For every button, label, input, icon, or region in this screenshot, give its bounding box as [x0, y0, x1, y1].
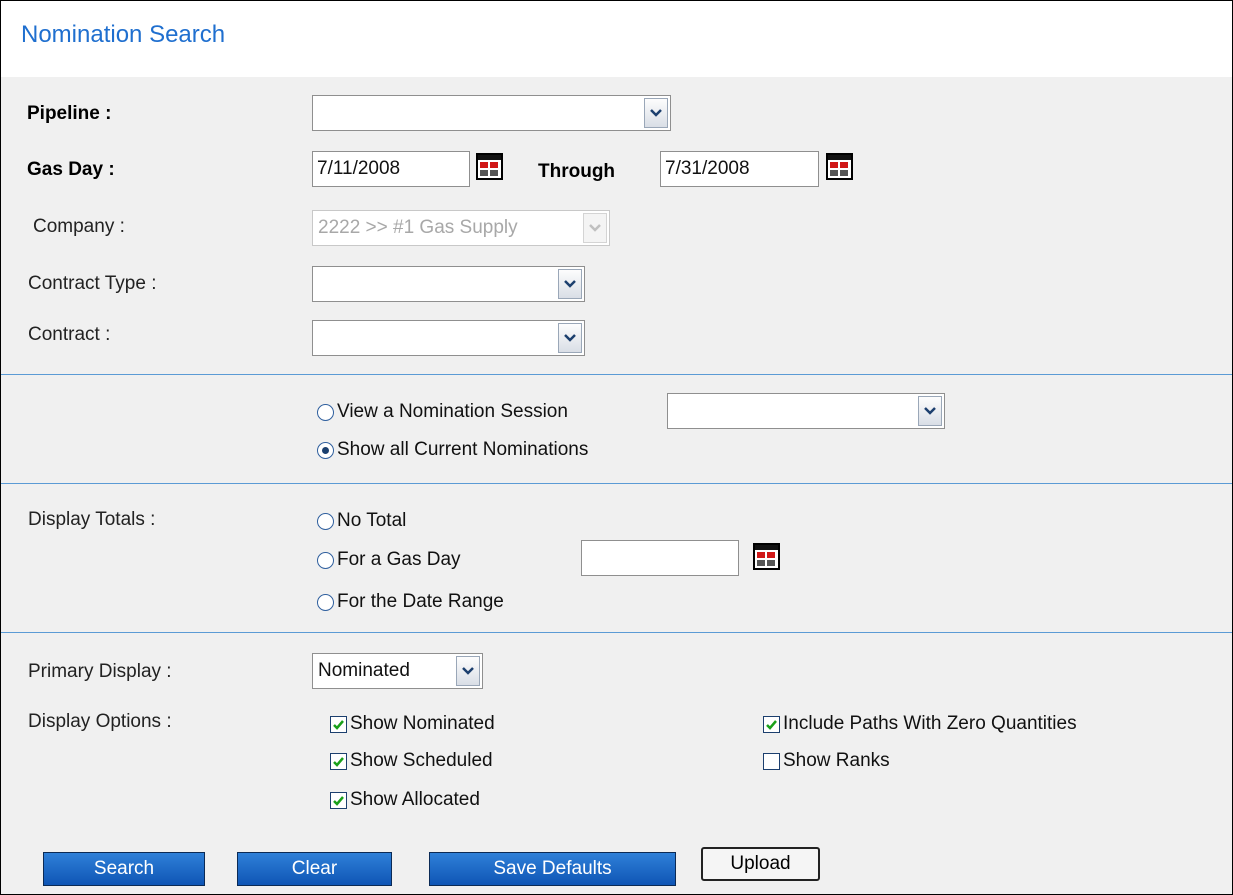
show-all-current-label: Show all Current Nominations — [337, 439, 589, 460]
clear-button[interactable]: Clear — [237, 852, 392, 886]
for-date-range-label: For the Date Range — [337, 591, 504, 612]
for-date-range-radio[interactable] — [317, 593, 334, 611]
display-totals-label: Display Totals : — [28, 509, 156, 530]
gas-day-through-value: 7/31/2008 — [665, 158, 750, 179]
include-zero-paths-option[interactable]: Include Paths With Zero Quantities — [763, 713, 1077, 735]
include-zero-paths-checkbox[interactable] — [763, 715, 780, 733]
no-total-option[interactable]: No Total — [317, 510, 406, 532]
primary-display-value: Nominated — [318, 660, 410, 681]
page-title: Nomination Search — [21, 21, 226, 48]
upload-button[interactable]: Upload — [701, 847, 820, 881]
gas-day-from-input[interactable]: 7/11/2008 — [312, 151, 470, 187]
contract-type-select[interactable] — [312, 266, 585, 302]
nomination-search-form: Nomination Search Pipeline : Gas Day : 7… — [0, 0, 1233, 895]
gas-day-label: Gas Day : — [27, 159, 115, 180]
show-scheduled-checkbox[interactable] — [330, 752, 347, 770]
checkmark-icon — [766, 719, 777, 730]
show-ranks-option[interactable]: Show Ranks — [763, 750, 890, 772]
show-scheduled-label: Show Scheduled — [350, 750, 493, 771]
search-button[interactable]: Search — [43, 852, 205, 886]
calendar-icon[interactable] — [753, 543, 780, 570]
chevron-down-icon[interactable] — [918, 396, 942, 426]
checkmark-icon — [333, 719, 344, 730]
section-divider — [1, 632, 1232, 633]
chevron-down-icon[interactable] — [558, 323, 582, 353]
for-gas-day-label: For a Gas Day — [337, 549, 461, 570]
nomination-session-select[interactable] — [667, 393, 945, 429]
show-ranks-label: Show Ranks — [783, 750, 890, 771]
contract-type-label: Contract Type : — [28, 273, 157, 294]
checkmark-icon — [333, 756, 344, 767]
company-label: Company : — [33, 216, 125, 237]
calendar-icon[interactable] — [826, 153, 853, 180]
show-all-current-option[interactable]: Show all Current Nominations — [317, 439, 588, 461]
no-total-radio[interactable] — [317, 512, 334, 530]
chevron-down-icon[interactable] — [456, 656, 480, 686]
show-nominated-option[interactable]: Show Nominated — [330, 713, 495, 735]
for-date-range-option[interactable]: For the Date Range — [317, 591, 504, 613]
chevron-down-icon — [583, 213, 607, 243]
view-session-label: View a Nomination Session — [337, 401, 568, 422]
gas-day-from-value: 7/11/2008 — [317, 158, 401, 179]
section-divider — [1, 483, 1232, 484]
show-allocated-label: Show Allocated — [350, 789, 480, 810]
show-scheduled-option[interactable]: Show Scheduled — [330, 750, 493, 772]
show-allocated-option[interactable]: Show Allocated — [330, 789, 480, 811]
show-nominated-checkbox[interactable] — [330, 715, 347, 733]
show-nominated-label: Show Nominated — [350, 713, 495, 734]
totals-gas-day-input[interactable] — [581, 540, 739, 576]
pipeline-label: Pipeline : — [27, 103, 112, 124]
page-header: Nomination Search — [1, 1, 1232, 77]
show-allocated-checkbox[interactable] — [330, 791, 347, 809]
save-defaults-button[interactable]: Save Defaults — [429, 852, 676, 886]
chevron-down-icon[interactable] — [558, 269, 582, 299]
no-total-label: No Total — [337, 510, 407, 531]
contract-select[interactable] — [312, 320, 585, 356]
display-options-label: Display Options : — [28, 711, 172, 732]
contract-label: Contract : — [28, 324, 111, 345]
calendar-icon[interactable] — [476, 153, 503, 180]
view-session-radio[interactable] — [317, 403, 334, 421]
for-gas-day-option[interactable]: For a Gas Day — [317, 549, 461, 571]
show-all-current-radio[interactable] — [317, 441, 334, 459]
chevron-down-icon[interactable] — [644, 98, 668, 128]
section-divider — [1, 374, 1232, 375]
for-gas-day-radio[interactable] — [317, 551, 334, 569]
pipeline-select[interactable] — [312, 95, 671, 131]
through-label: Through — [538, 161, 616, 182]
checkmark-icon — [333, 795, 344, 806]
primary-display-label: Primary Display : — [28, 661, 172, 682]
company-select: 2222 >> #1 Gas Supply — [312, 210, 610, 246]
gas-day-through-input[interactable]: 7/31/2008 — [660, 151, 819, 187]
show-ranks-checkbox[interactable] — [763, 752, 780, 770]
company-value: 2222 >> #1 Gas Supply — [318, 217, 518, 238]
view-session-option[interactable]: View a Nomination Session — [317, 401, 568, 423]
primary-display-select[interactable]: Nominated — [312, 653, 483, 689]
include-zero-paths-label: Include Paths With Zero Quantities — [783, 713, 1077, 734]
